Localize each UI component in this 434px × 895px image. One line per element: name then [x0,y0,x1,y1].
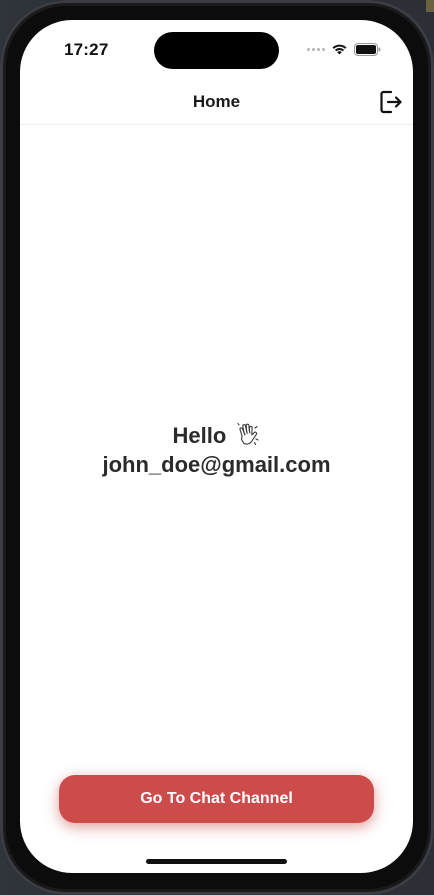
wifi-icon [332,44,347,55]
logout-icon [380,90,402,114]
logout-button[interactable] [377,88,405,116]
background-marker [426,0,434,12]
cellular-signal-icon [307,47,325,51]
page-title: Home [192,92,241,111]
go-to-chat-channel-button[interactable]: Go To Chat Channel [59,775,374,823]
home-indicator [146,859,287,864]
status-time: 17:27 [64,40,109,59]
greeting-hello: Hello [172,423,227,448]
waving-hand-icon [237,422,260,446]
phone-frame: 17:27 Home Hello john_doe@gmail.com Go T… [0,0,434,895]
dynamic-island [154,32,279,69]
app-screen: 17:27 Home Hello john_doe@gmail.com Go T… [20,20,413,873]
greeting-block: Hello john_doe@gmail.com [20,421,413,479]
status-indicators [307,42,381,56]
status-bar: 17:27 [20,20,413,78]
navigation-header: Home [20,78,413,125]
user-email: john_doe@gmail.com [102,452,331,477]
greeting-hello-line: Hello [20,421,413,450]
battery-icon [354,42,381,56]
